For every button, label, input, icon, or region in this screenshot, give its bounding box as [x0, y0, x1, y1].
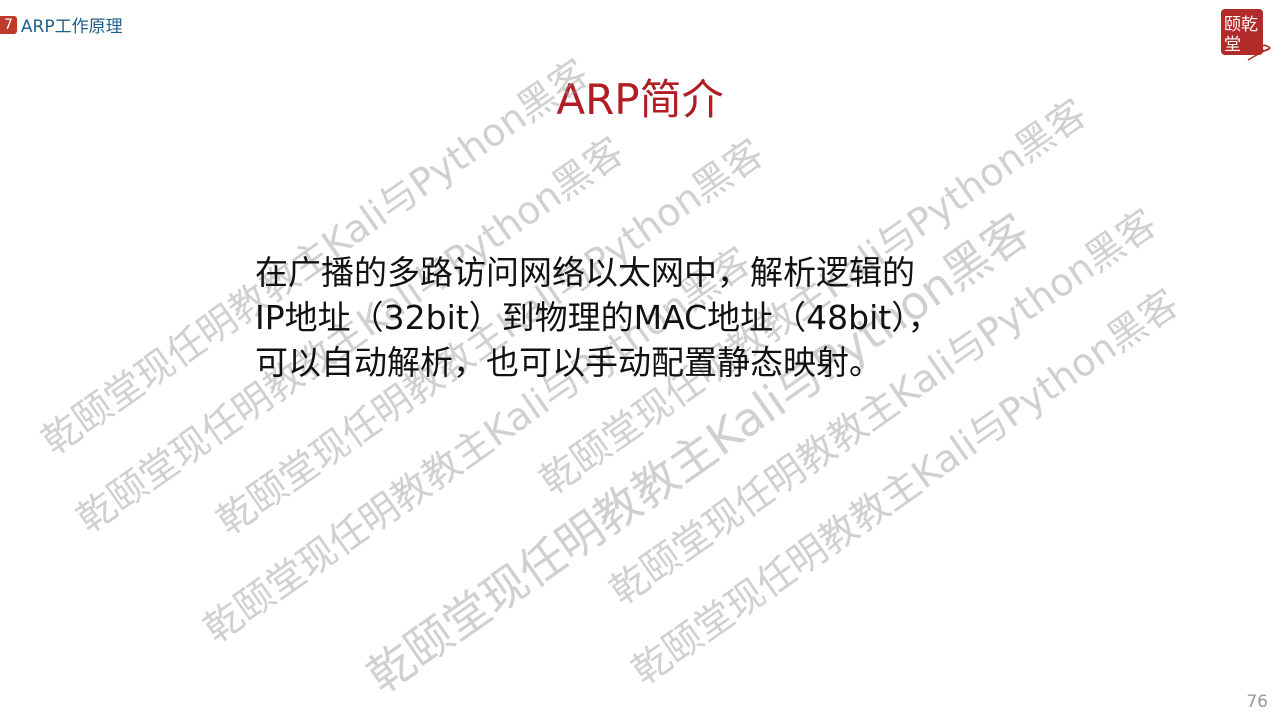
body-line: IP地址（32bit）到物理的MAC地址（48bit）， [255, 298, 941, 337]
section-title: ARP工作原理 [20, 17, 123, 37]
body-line: 可以自动解析，也可以手动配置静态映射。 [255, 343, 882, 382]
page-number: 76 [1246, 692, 1268, 712]
svg-text:颐乾: 颐乾 [1224, 15, 1258, 35]
body-line: 在广播的多路访问网络以太网中，解析逻辑的 [255, 253, 915, 292]
svg-text:堂: 堂 [1224, 35, 1241, 55]
logo-seal-icon: 颐乾 堂 [1221, 9, 1272, 61]
slide-body: 在广播的多路访问网络以太网中，解析逻辑的 IP地址（32bit）到物理的MAC地… [255, 250, 941, 385]
section-number: 7 [0, 15, 17, 34]
section-header: 7 ARP工作原理 [0, 12, 123, 37]
